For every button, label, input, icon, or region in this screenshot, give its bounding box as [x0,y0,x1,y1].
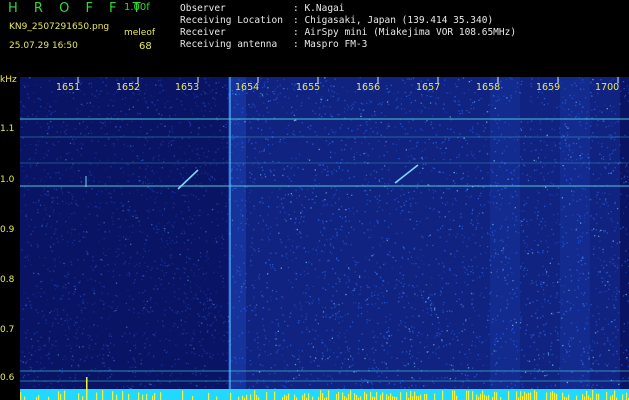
spectrogram-waterfall [20,77,629,400]
observer-value: : K.Nagai [293,3,345,14]
receiver-label: Receiver [180,27,226,38]
image-filename: KN9_2507291650.png [9,22,110,32]
timestamp: 25.07.29 16:50 [9,41,78,51]
x-tick-label: 1659 [536,82,561,93]
y-tick-label: 0.7 [0,325,15,335]
location-label: Receiving Location [180,15,283,26]
y-axis-unit: kHz [0,75,17,85]
x-tick-label: 1652 [116,82,141,93]
column-spike [229,77,231,400]
x-tick-label: 1700 [595,82,620,93]
antenna-value: : Maspro FM-3 [293,39,368,50]
meleof-value: 68 [139,41,152,52]
receiver-value: : AirSpy mini (Miakejima VOR 108.65MHz) [293,27,517,38]
header-panel: H R O F F T 1.00f KN9_2507291650.png mel… [0,0,629,75]
location-value: : Chigasaki, Japan (139.414 35.340) [293,15,494,26]
y-tick-label: 0.9 [0,225,15,235]
x-tick-label: 1651 [56,82,81,93]
antenna-label: Receiving antenna [180,39,278,50]
x-tick-label: 1654 [235,82,260,93]
x-tick-label: 1657 [416,82,441,93]
y-tick-label: 1.0 [0,175,15,185]
app-version: 1.00f [124,2,150,13]
x-tick-label: 1653 [175,82,200,93]
meleof-label: meleof [124,28,156,38]
x-tick-label: 1658 [476,82,501,93]
y-tick-label: 1.1 [0,124,15,134]
observer-label: Observer [180,3,226,14]
y-tick-label: 0.6 [0,373,15,383]
x-tick-label: 1656 [356,82,381,93]
waterfall-canvas [20,77,629,400]
x-tick-label: 1655 [296,82,321,93]
baseline-spike [86,377,88,400]
y-tick-label: 0.8 [0,275,15,285]
